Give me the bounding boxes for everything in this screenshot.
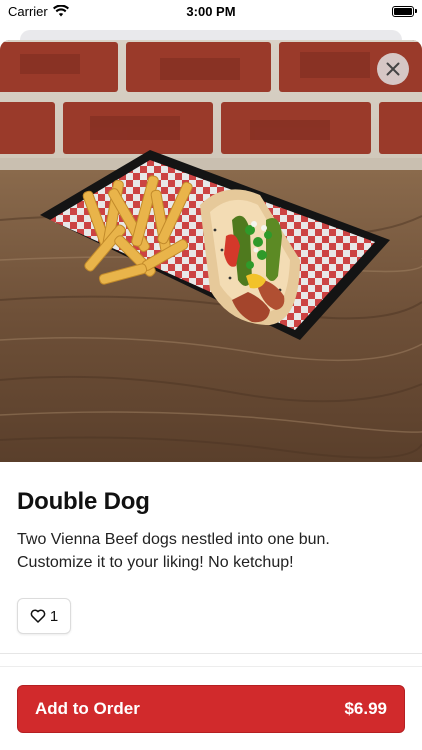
divider — [0, 653, 422, 654]
hot-dog-photo — [0, 40, 422, 462]
close-icon — [386, 62, 400, 76]
item-photo — [0, 40, 422, 462]
like-button[interactable]: 1 — [17, 598, 71, 634]
item-detail-sheet: Double Dog Two Vienna Beef dogs nestled … — [0, 40, 422, 750]
add-to-order-button[interactable]: Add to Order $6.99 — [17, 685, 405, 733]
item-details: Double Dog Two Vienna Beef dogs nestled … — [0, 488, 422, 634]
status-left: Carrier — [8, 4, 69, 19]
carrier-label: Carrier — [8, 3, 48, 19]
battery-icon — [392, 5, 417, 17]
status-bar: Carrier 3:00 PM — [0, 0, 422, 22]
divider — [0, 666, 422, 667]
item-title: Double Dog — [17, 488, 150, 515]
screen: Carrier 3:00 PM Double Dog Two Vienna Be… — [0, 0, 422, 750]
heart-icon — [30, 609, 46, 623]
add-to-order-label: Add to Order — [35, 699, 140, 718]
item-description: Two Vienna Beef dogs nestled into one bu… — [17, 531, 330, 571]
wifi-icon — [52, 5, 69, 17]
order-price: $6.99 — [344, 699, 387, 718]
close-button[interactable] — [377, 53, 409, 85]
like-count: 1 — [49, 607, 59, 625]
